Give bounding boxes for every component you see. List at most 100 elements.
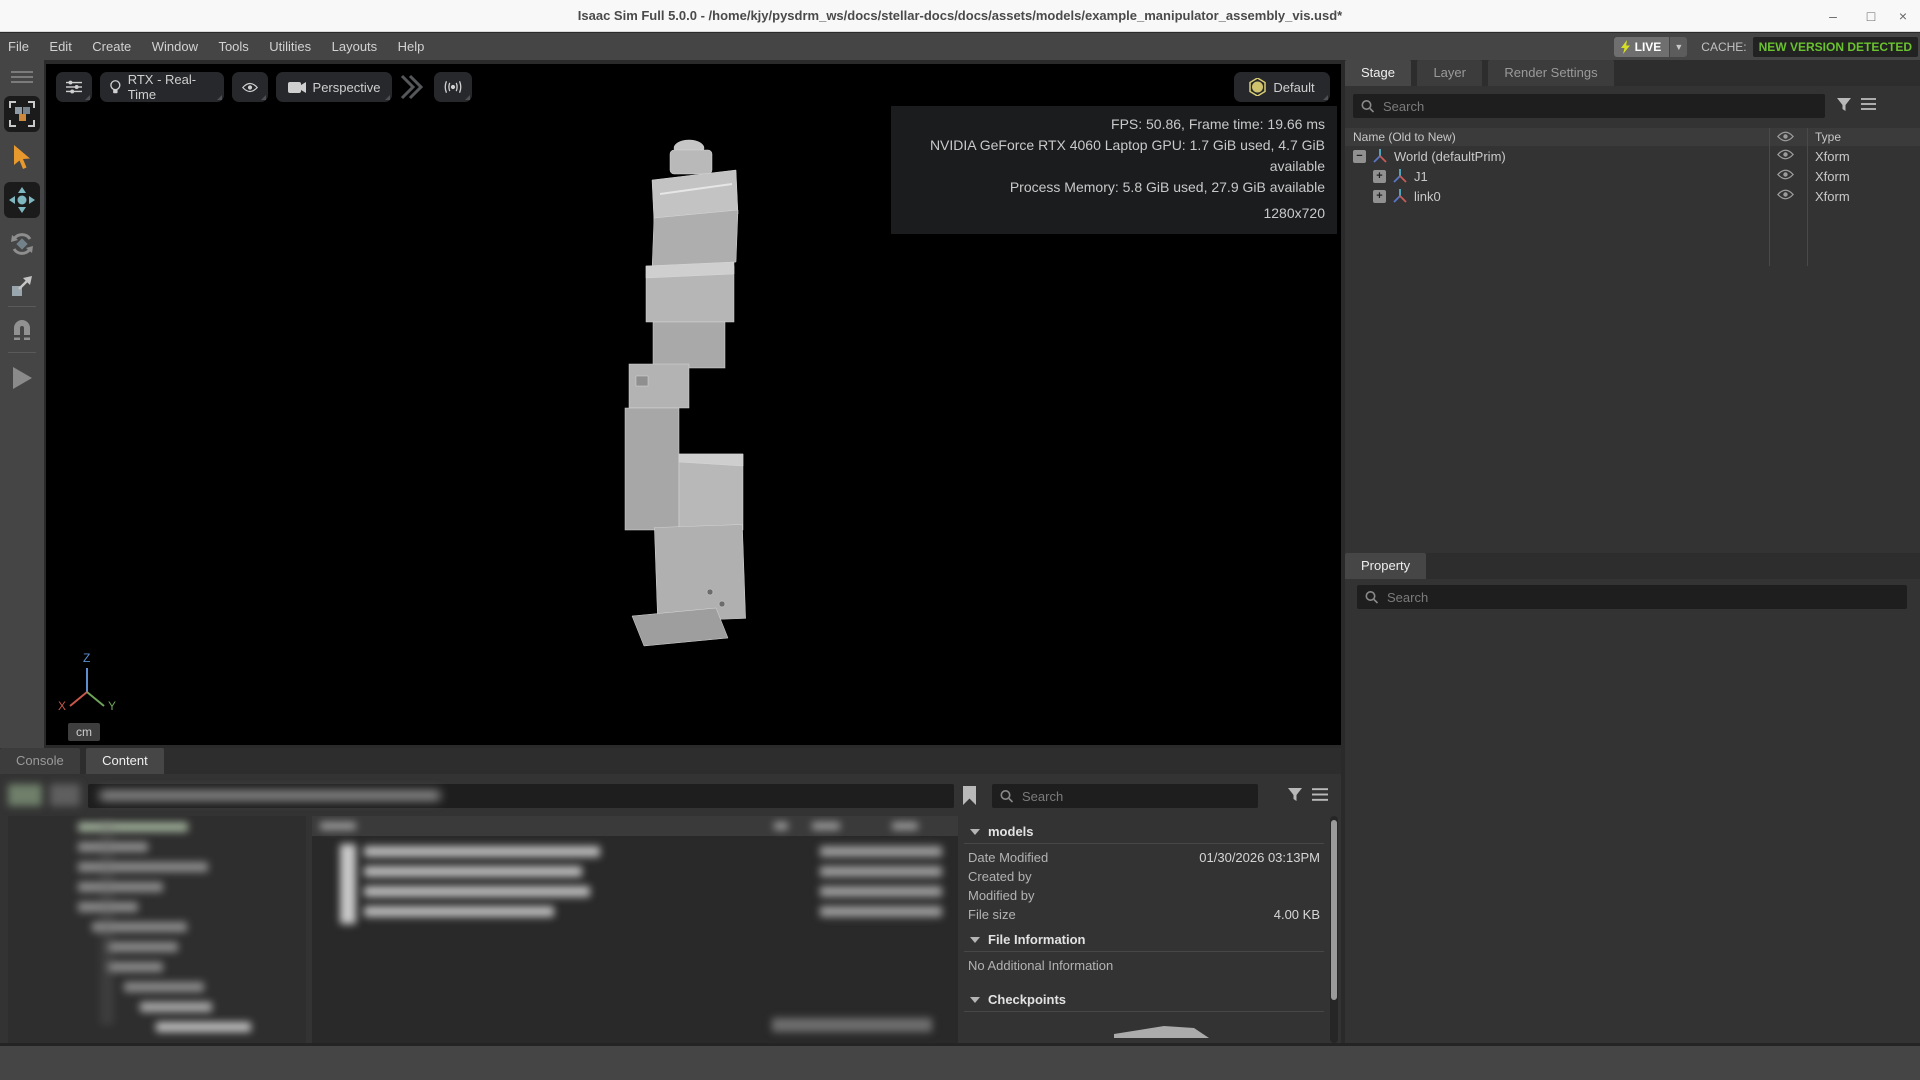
visibility-button[interactable]: [232, 72, 268, 102]
lighting-mode-button[interactable]: Default: [1234, 72, 1330, 102]
content-search-input[interactable]: [992, 784, 1258, 808]
menu-file[interactable]: File: [0, 33, 37, 54]
file-row-blurred[interactable]: [364, 886, 590, 897]
content-options-button[interactable]: [1312, 788, 1328, 801]
expand-plus-icon[interactable]: +: [1373, 190, 1386, 203]
content-folder-tree-blurred[interactable]: [8, 816, 306, 1043]
render-settings-button[interactable]: [56, 72, 92, 102]
section-title-text: Checkpoints: [988, 992, 1066, 1007]
folder-row-blurred[interactable]: [78, 882, 163, 892]
menu-help[interactable]: Help: [390, 33, 433, 54]
stage-options-button[interactable]: [1861, 98, 1876, 110]
content-nav-button-blurred[interactable]: [8, 784, 42, 806]
file-date-blurred: [820, 886, 942, 897]
sort-arrow-blurred[interactable]: [774, 822, 788, 830]
xform-axis-icon: [1392, 188, 1408, 204]
renderer-selector-button[interactable]: RTX - Real-Time: [100, 72, 224, 102]
stage-filter-button[interactable]: [1837, 98, 1851, 112]
snap-tool[interactable]: [4, 312, 40, 348]
column-name-blurred[interactable]: [320, 822, 356, 830]
section-header-checkpoints[interactable]: Checkpoints: [964, 988, 1324, 1012]
stage-row-world[interactable]: − World (defaultPrim) Xform: [1345, 146, 1920, 166]
restore-button[interactable]: □: [1858, 6, 1884, 26]
toolbar-drag-handle-icon[interactable]: [4, 66, 40, 88]
move-icon: [9, 187, 35, 213]
menu-layouts[interactable]: Layouts: [324, 33, 386, 54]
live-label: LIVE: [1635, 40, 1662, 54]
chevrons-icon: [398, 74, 424, 100]
column-date-blurred[interactable]: [812, 822, 840, 830]
caret-down-icon: [970, 829, 980, 835]
content-nav-button-blurred[interactable]: [50, 784, 80, 806]
folder-row-blurred[interactable]: [108, 962, 163, 972]
menu-create[interactable]: Create: [84, 33, 139, 54]
folder-row-blurred[interactable]: [108, 942, 178, 952]
lighting-hexagon-icon: [1249, 78, 1266, 96]
expand-toolbar-chevrons[interactable]: [398, 74, 424, 105]
content-file-list-blurred[interactable]: [312, 816, 958, 1043]
property-search-input[interactable]: [1357, 585, 1907, 609]
stage-search-input[interactable]: [1353, 94, 1825, 118]
tab-content[interactable]: Content: [86, 748, 164, 774]
folder-row-blurred[interactable]: [78, 822, 188, 832]
property-search[interactable]: [1357, 585, 1907, 609]
tab-stage[interactable]: Stage: [1345, 60, 1411, 86]
scale-tool[interactable]: [4, 268, 40, 304]
file-row-blurred[interactable]: [364, 846, 600, 857]
visibility-eye-icon[interactable]: [1777, 149, 1794, 160]
menu-utilities[interactable]: Utilities: [261, 33, 319, 54]
folder-row-blurred[interactable]: [78, 862, 208, 872]
camera-selector-button[interactable]: Perspective: [276, 72, 392, 102]
content-search[interactable]: [992, 784, 1258, 808]
menu-tools[interactable]: Tools: [210, 33, 256, 54]
axis-gizmo[interactable]: Z X Y: [52, 650, 122, 717]
viewport-3d[interactable]: RTX - Real-Time Perspective: [46, 64, 1341, 745]
play-button[interactable]: [4, 360, 40, 396]
search-icon: [1000, 790, 1013, 803]
axis-z-label: Z: [83, 651, 90, 665]
column-size-blurred[interactable]: [892, 822, 918, 830]
minimize-button[interactable]: –: [1820, 6, 1846, 26]
live-button[interactable]: LIVE: [1614, 37, 1670, 57]
file-row-blurred[interactable]: [364, 866, 582, 877]
section-header-file-information[interactable]: File Information: [964, 928, 1324, 952]
folder-row-blurred[interactable]: [140, 1002, 212, 1012]
thumbnail-size-slider-blurred[interactable]: [772, 1018, 932, 1032]
details-scrollbar-thumb[interactable]: [1331, 820, 1337, 1000]
menu-window[interactable]: Window: [144, 33, 206, 54]
content-path-bar[interactable]: [88, 784, 954, 808]
menu-edit[interactable]: Edit: [41, 33, 79, 54]
folder-row-blurred[interactable]: [124, 982, 204, 992]
bottom-panel: Console Content: [0, 748, 1341, 1043]
move-tool[interactable]: [4, 182, 40, 218]
capture-button[interactable]: [434, 72, 472, 102]
visibility-eye-icon[interactable]: [1777, 189, 1794, 200]
field-label: Created by: [968, 868, 1032, 885]
stage-row-j1[interactable]: + J1 Xform: [1345, 166, 1920, 186]
folder-row-blurred[interactable]: [156, 1022, 251, 1032]
section-header-models[interactable]: models: [964, 820, 1324, 844]
tab-render-settings[interactable]: Render Settings: [1488, 60, 1613, 86]
rotate-tool[interactable]: [4, 226, 40, 262]
stage-tabstrip: Stage Layer Render Settings: [1345, 60, 1920, 86]
stage-row-link0[interactable]: + link0 Xform: [1345, 186, 1920, 206]
tab-property[interactable]: Property: [1345, 553, 1426, 579]
type-column-header[interactable]: Type: [1815, 130, 1841, 144]
field-label: Date Modified: [968, 849, 1048, 866]
visibility-eye-icon[interactable]: [1777, 169, 1794, 180]
details-scrollbar-track[interactable]: [1330, 816, 1338, 1043]
stage-search[interactable]: [1353, 94, 1825, 118]
name-column-header[interactable]: Name (Old to New): [1353, 130, 1456, 144]
expand-plus-icon[interactable]: +: [1373, 170, 1386, 183]
cursor-select-tool[interactable]: [4, 140, 40, 176]
tab-console[interactable]: Console: [0, 748, 80, 774]
live-dropdown-button[interactable]: ▼: [1669, 37, 1687, 57]
close-button[interactable]: ×: [1890, 6, 1916, 26]
content-filter-button[interactable]: [1288, 788, 1302, 802]
tab-layer[interactable]: Layer: [1417, 60, 1482, 86]
bookmark-button[interactable]: [962, 786, 977, 805]
collapse-minus-icon[interactable]: −: [1353, 150, 1366, 163]
axis-x-label: X: [58, 699, 66, 712]
file-row-blurred[interactable]: [364, 906, 554, 917]
select-mode-tool[interactable]: [4, 96, 40, 132]
